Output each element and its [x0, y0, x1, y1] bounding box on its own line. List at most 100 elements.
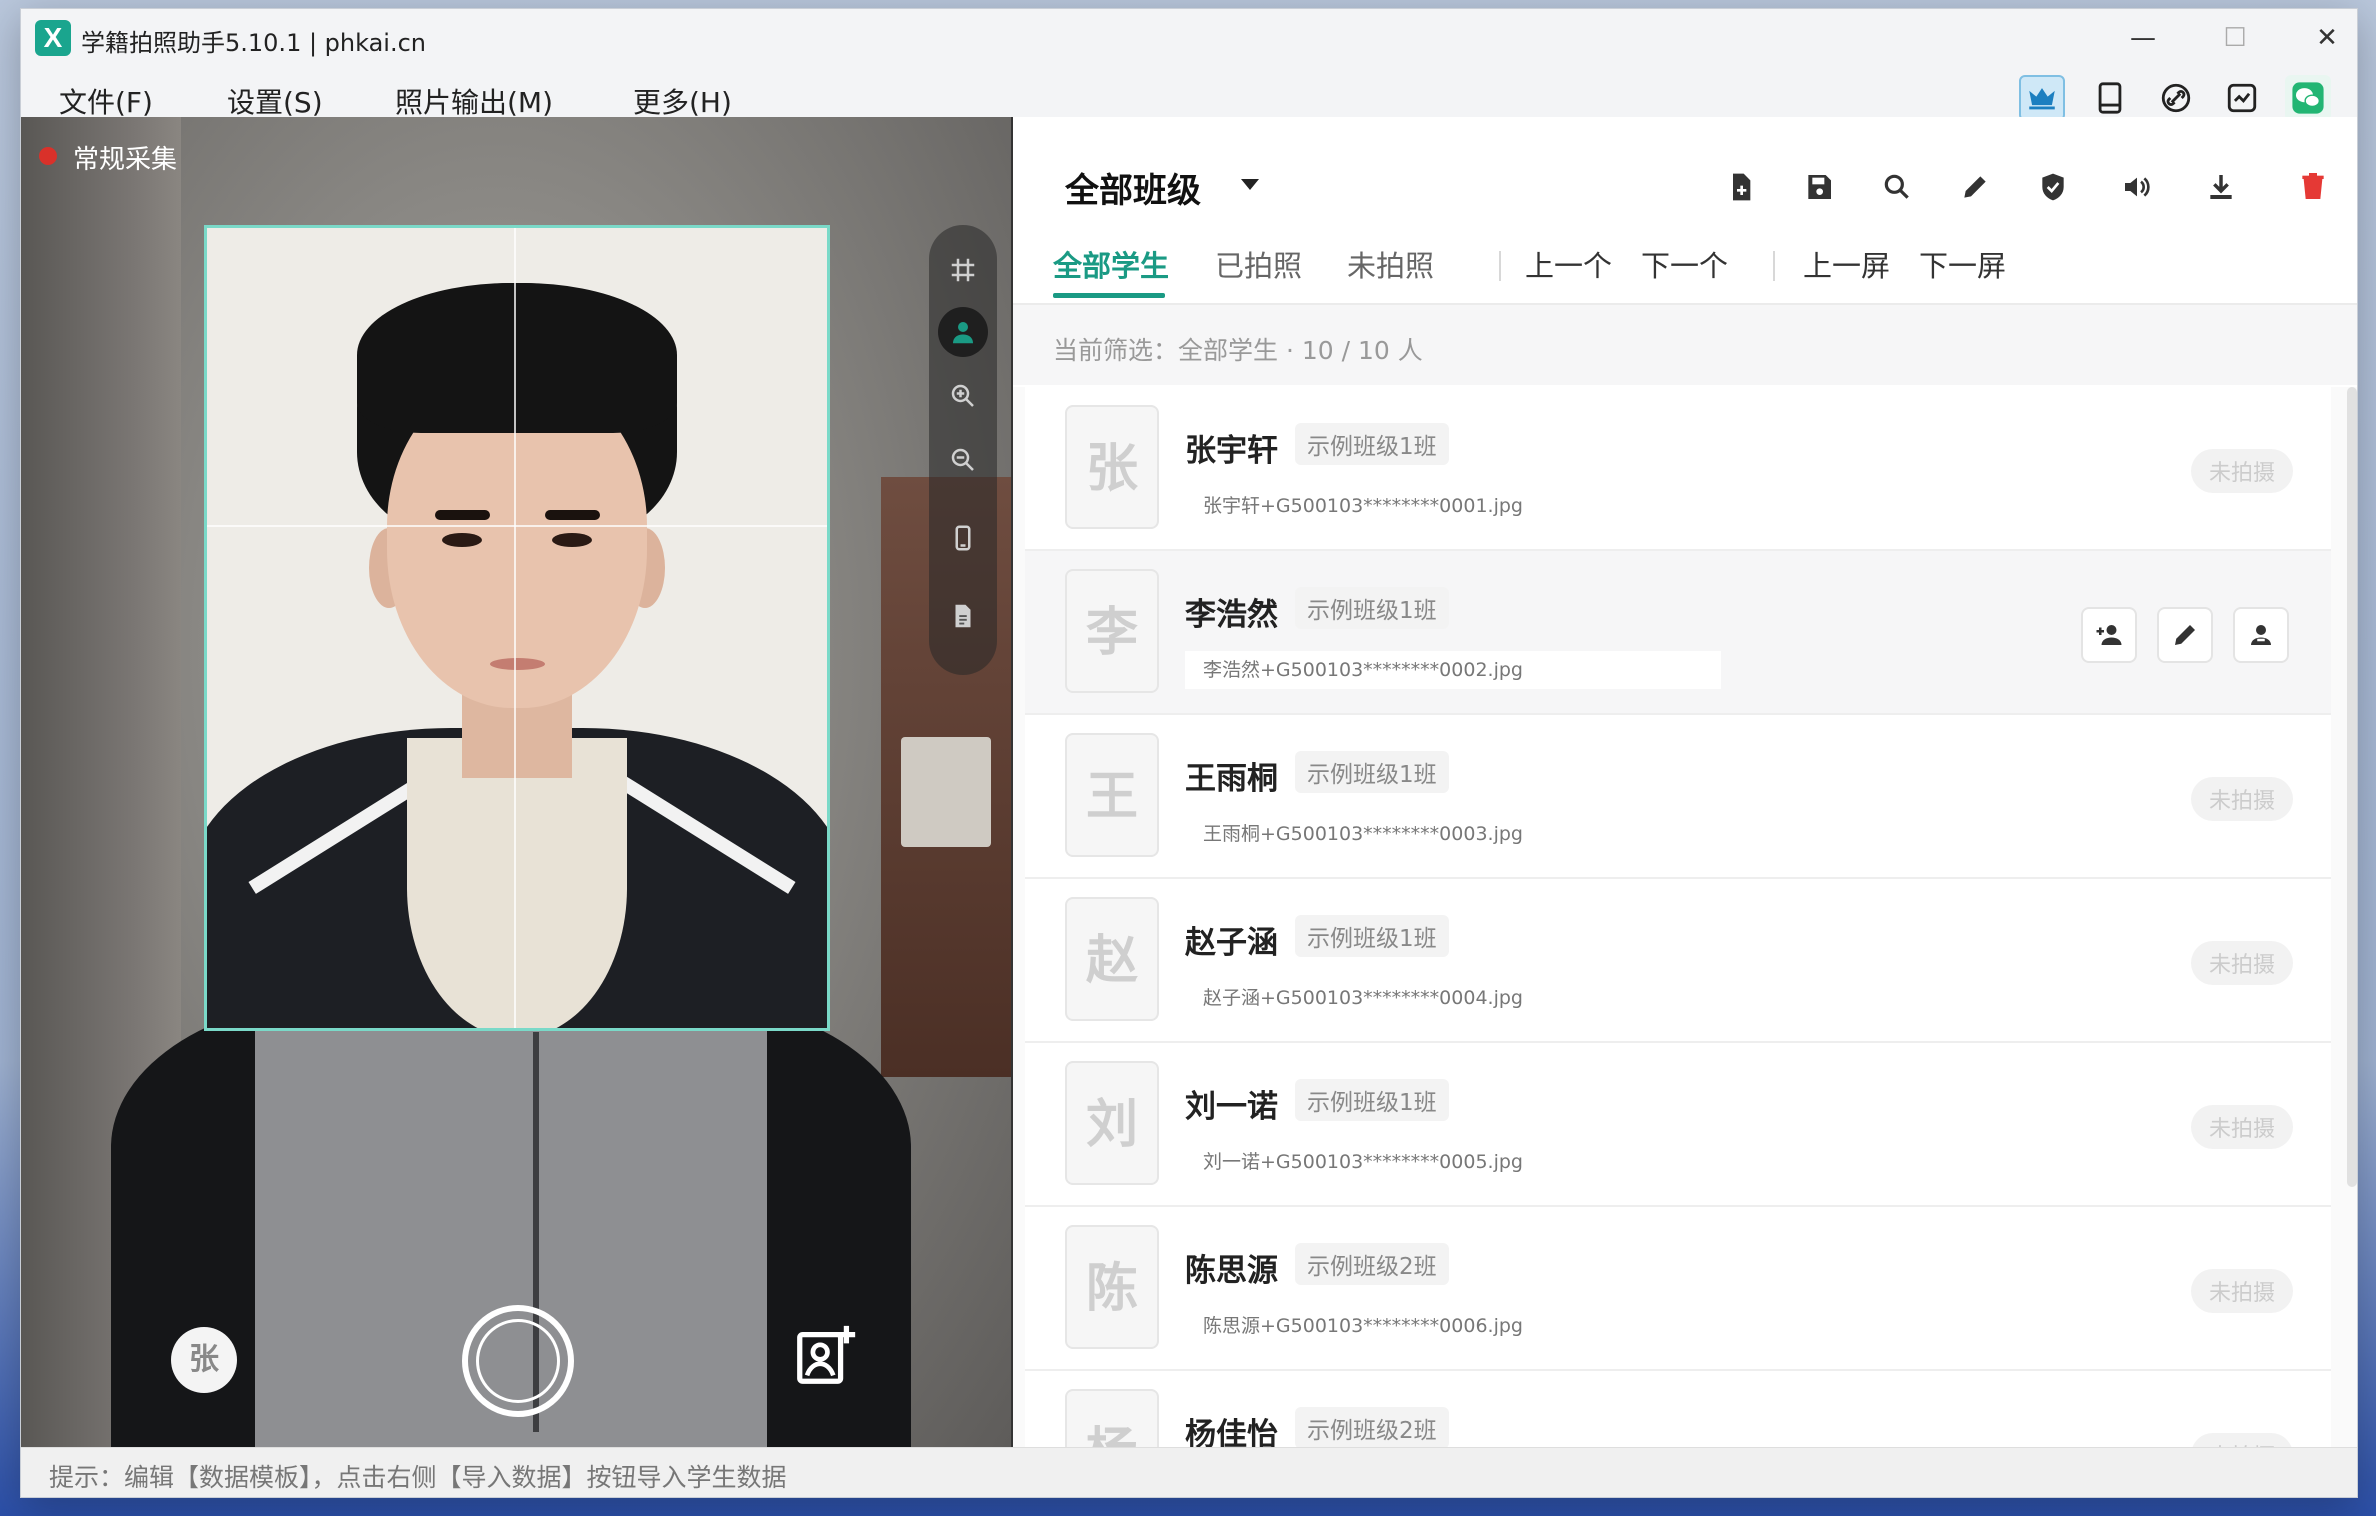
next-page-button[interactable]: 下一屏	[1919, 243, 2006, 285]
status-badge: 未拍摄	[2190, 1105, 2293, 1149]
status-badge: 未拍摄	[2190, 449, 2293, 493]
app-window: X 学籍拍照助手5.10.1 | phkai.cn — ☐ ✕ 文件(F) 设置…	[20, 8, 2358, 1498]
student-photo-placeholder: 陈	[1065, 1225, 1159, 1349]
active-tab-indicator	[1053, 293, 1165, 298]
shutter-inner-ring	[476, 1319, 560, 1403]
student-name: 张宇轩	[1185, 433, 1278, 469]
maximize-button[interactable]: ☐	[2205, 15, 2265, 61]
add-user-icon[interactable]	[2081, 607, 2137, 663]
menu-photo-output[interactable]: 照片输出(M)	[395, 81, 553, 121]
student-name: 李浩然	[1185, 597, 1278, 633]
edit-icon[interactable]	[1953, 165, 1997, 209]
subject-shirt	[407, 738, 627, 1028]
tab-not-photographed[interactable]: 未拍照	[1347, 243, 1434, 285]
list-item[interactable]: 王 王雨桐 示例班级1班 王雨桐+G500103********0003.jpg…	[1025, 715, 2331, 879]
tab-all-students[interactable]: 全部学生	[1053, 243, 1169, 285]
status-bar: 提示：编辑【数据模板】，点击右侧【导入数据】按钮导入学生数据	[21, 1447, 2357, 1497]
document-icon[interactable]	[938, 591, 988, 641]
recording-indicator	[39, 147, 57, 165]
status-badge: 未拍摄	[2190, 1433, 2293, 1447]
student-class-tag: 示例班级2班	[1295, 1243, 1449, 1285]
center-guide-line	[514, 228, 516, 1028]
remove-user-icon[interactable]	[2233, 607, 2289, 663]
list-item[interactable]: 陈 陈思源 示例班级2班 陈思源+G500103********0006.jpg…	[1025, 1207, 2331, 1371]
phone-icon[interactable]	[938, 513, 988, 563]
prev-student-button[interactable]: 上一个	[1525, 243, 1612, 285]
list-item[interactable]: 杨 杨佳怡 示例班级2班 未拍摄	[1025, 1371, 2331, 1447]
student-panel: 全部班级 全部学生 已拍照 未拍照 上一个 下一个 上一屏 下一屏 当前筛选：全…	[1011, 117, 2357, 1447]
title-bar: X 学籍拍照助手5.10.1 | phkai.cn — ☐ ✕	[21, 9, 2357, 69]
subject-eye-right	[552, 533, 592, 547]
list-item[interactable]: 张 张宇轩 示例班级1班 张宇轩+G500103********0001.jpg…	[1025, 387, 2331, 551]
edit-student-icon[interactable]	[2157, 607, 2213, 663]
student-name: 王雨桐	[1185, 761, 1278, 797]
camera-toolbar	[929, 225, 997, 675]
tab-divider	[1499, 251, 1501, 281]
list-scrollbar[interactable]	[2347, 387, 2357, 1187]
class-select[interactable]: 全部班级	[1065, 163, 1201, 212]
menu-file[interactable]: 文件(F)	[59, 81, 153, 121]
wechat-icon[interactable]	[2285, 75, 2331, 121]
chevron-down-icon[interactable]	[1241, 179, 1259, 190]
student-photo-placeholder: 杨	[1065, 1389, 1159, 1447]
crop-frame[interactable]	[204, 225, 830, 1031]
student-filename: 陈思源+G500103********0006.jpg	[1203, 1315, 1523, 1337]
status-badge: 未拍摄	[2190, 777, 2293, 821]
next-student-button[interactable]: 下一个	[1641, 243, 1728, 285]
subject-eye-left	[442, 533, 482, 547]
status-badge: 未拍摄	[2190, 1269, 2293, 1313]
background-printer	[901, 737, 991, 847]
close-button[interactable]: ✕	[2297, 15, 2357, 61]
student-filename: 赵子涵+G500103********0004.jpg	[1203, 987, 1523, 1009]
window-title: 学籍拍照助手5.10.1 | phkai.cn	[81, 29, 427, 57]
list-item[interactable]: 赵 赵子涵 示例班级1班 赵子涵+G500103********0004.jpg…	[1025, 879, 2331, 1043]
student-class-tag: 示例班级1班	[1295, 1079, 1449, 1121]
student-photo-placeholder: 赵	[1065, 897, 1159, 1021]
subject-mouth	[490, 658, 545, 670]
student-photo-placeholder: 张	[1065, 405, 1159, 529]
app-logo: X	[35, 20, 71, 56]
person-icon[interactable]	[938, 307, 988, 357]
eye-guide-line	[207, 525, 827, 527]
save-icon[interactable]	[1797, 165, 1841, 209]
student-filename: 王雨桐+G500103********0003.jpg	[1203, 823, 1523, 845]
student-filename: 李浩然+G500103********0002.jpg	[1185, 651, 1721, 689]
capture-mode-label: 常规采集	[73, 145, 178, 175]
current-student-avatar[interactable]: 张	[171, 1327, 237, 1393]
menu-settings[interactable]: 设置(S)	[227, 81, 323, 121]
minimize-button[interactable]: —	[2113, 15, 2173, 61]
tab-photographed[interactable]: 已拍照	[1215, 243, 1302, 285]
camera-preview[interactable]: 常规采集 张	[21, 117, 1011, 1447]
add-photo-icon[interactable]	[791, 1320, 861, 1390]
tablet-icon[interactable]	[2087, 75, 2133, 121]
zoom-out-icon[interactable]	[938, 435, 988, 485]
list-item[interactable]: 刘 刘一诺 示例班级1班 刘一诺+G500103********0005.jpg…	[1025, 1043, 2331, 1207]
student-name: 陈思源	[1185, 1253, 1278, 1289]
student-name: 刘一诺	[1185, 1089, 1278, 1125]
delete-icon[interactable]	[2291, 165, 2335, 209]
student-filename: 张宇轩+G500103********0001.jpg	[1203, 495, 1523, 517]
student-list: 张 张宇轩 示例班级1班 张宇轩+G500103********0001.jpg…	[1013, 387, 2357, 1447]
shutter-button[interactable]	[462, 1305, 574, 1417]
subject-brow-left	[435, 510, 490, 520]
search-icon[interactable]	[1875, 165, 1919, 209]
subject-fringe	[357, 283, 677, 433]
list-item[interactable]: 李 李浩然 示例班级1班 李浩然+G500103********0002.jpg	[1025, 551, 2331, 715]
crown-icon[interactable]	[2019, 75, 2065, 121]
link-icon[interactable]	[2153, 75, 2199, 121]
zoom-in-icon[interactable]	[938, 371, 988, 421]
prev-page-button[interactable]: 上一屏	[1803, 243, 1890, 285]
student-name: 赵子涵	[1185, 925, 1278, 961]
volume-icon[interactable]	[2115, 165, 2159, 209]
download-icon[interactable]	[2199, 165, 2243, 209]
grid-icon[interactable]	[938, 245, 988, 295]
student-filename: 刘一诺+G500103********0005.jpg	[1203, 1151, 1523, 1173]
menu-more[interactable]: 更多(H)	[633, 81, 732, 121]
add-file-icon[interactable]	[1719, 165, 1763, 209]
student-class-tag: 示例班级1班	[1295, 915, 1449, 957]
student-class-tag: 示例班级1班	[1295, 751, 1449, 793]
student-photo-placeholder: 王	[1065, 733, 1159, 857]
subject-brow-right	[545, 510, 600, 520]
shield-icon[interactable]	[2031, 165, 2075, 209]
swap-icon[interactable]	[2219, 75, 2265, 121]
